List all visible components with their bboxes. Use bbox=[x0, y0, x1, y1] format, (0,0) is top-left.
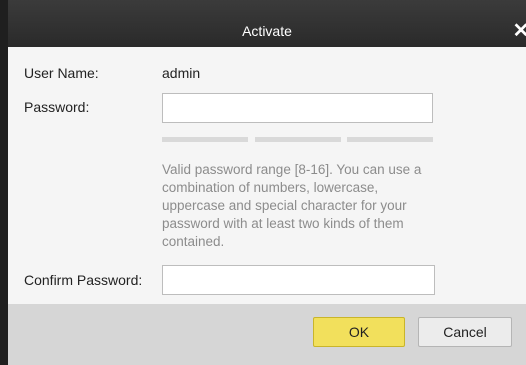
password-strength-weak bbox=[162, 137, 248, 142]
cancel-button[interactable]: Cancel bbox=[418, 317, 512, 347]
dialog-footer: OK Cancel bbox=[8, 304, 526, 365]
form-area: User Name: admin Password: Valid passwor… bbox=[8, 47, 526, 304]
username-value: admin bbox=[162, 65, 201, 81]
activate-dialog: Activate ✕ User Name: admin Password: Va… bbox=[0, 0, 526, 365]
username-label: User Name: bbox=[24, 65, 99, 81]
confirm-password-label: Confirm Password: bbox=[24, 272, 143, 288]
ok-button[interactable]: OK bbox=[313, 317, 405, 347]
password-input[interactable] bbox=[162, 93, 433, 123]
password-strength-medium bbox=[255, 137, 341, 142]
confirm-password-input[interactable] bbox=[162, 265, 435, 295]
title-bar[interactable]: Activate ✕ bbox=[8, 0, 526, 47]
password-hint: Valid password range [8-16]. You can use… bbox=[162, 162, 422, 249]
close-icon[interactable]: ✕ bbox=[510, 20, 526, 42]
dialog-title: Activate bbox=[242, 23, 292, 39]
password-label: Password: bbox=[24, 99, 90, 115]
password-strength-strong bbox=[347, 137, 433, 142]
